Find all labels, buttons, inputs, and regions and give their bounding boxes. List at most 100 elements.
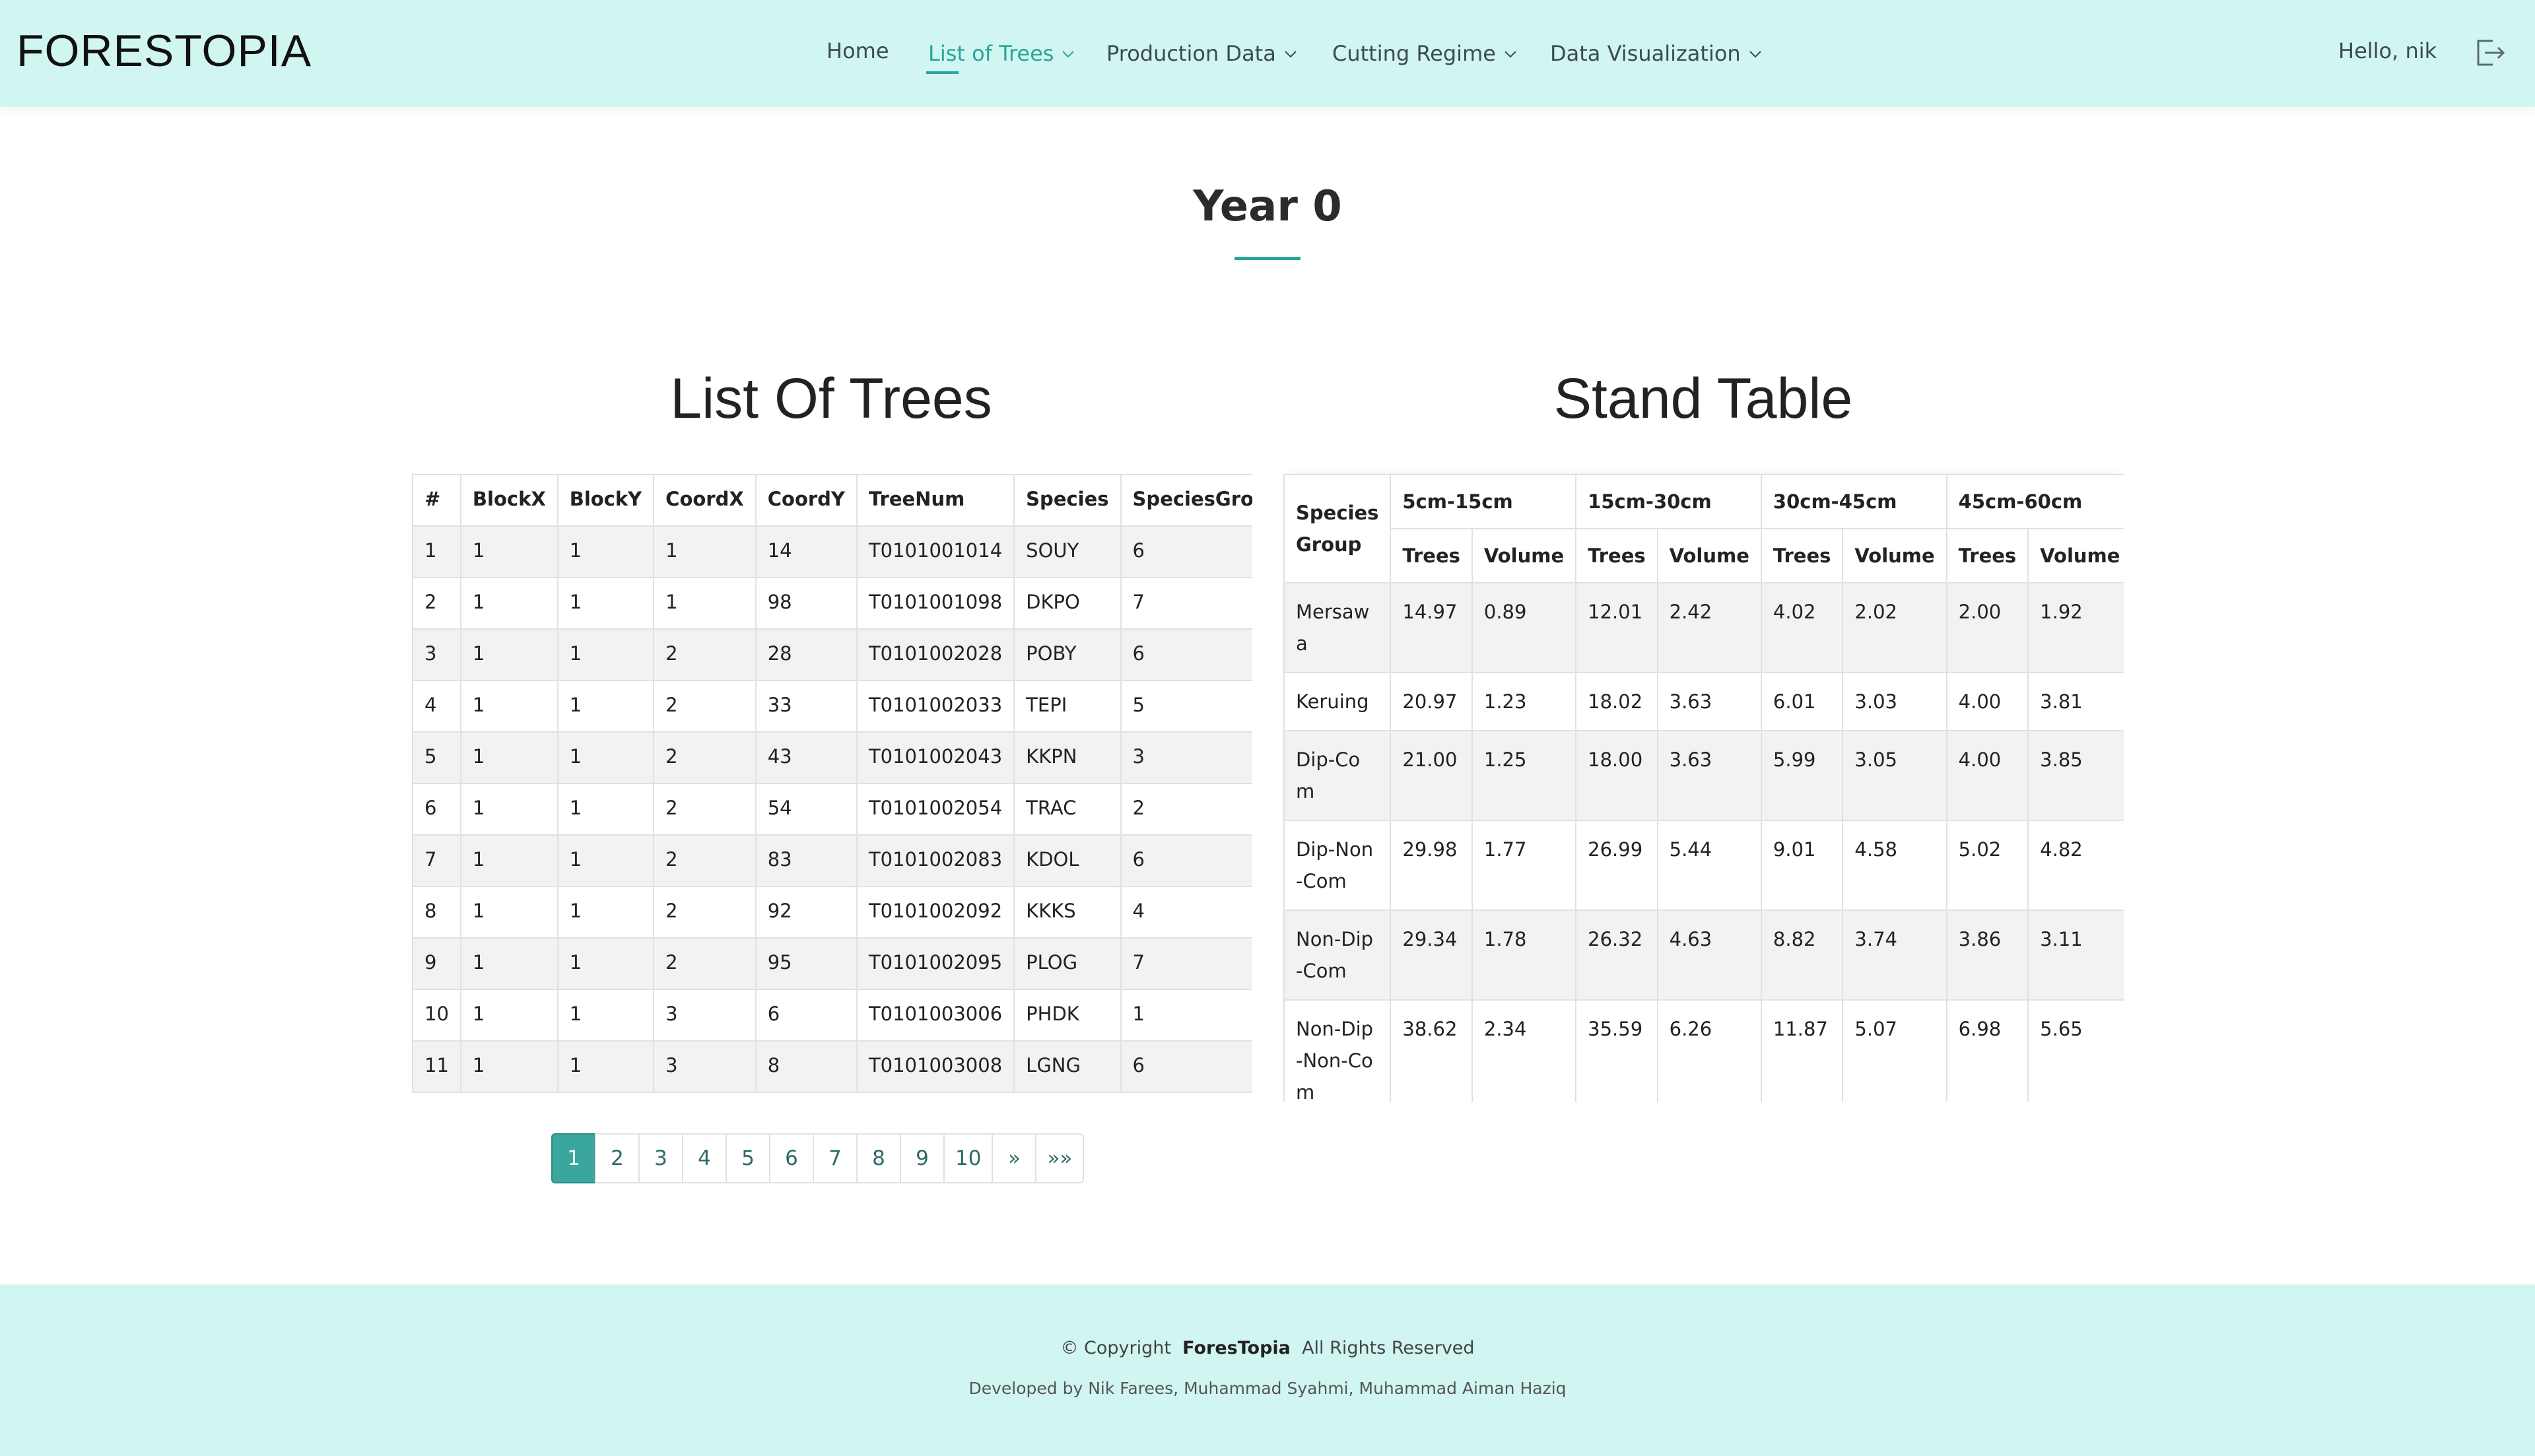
table-cell: 26.99 [1575, 820, 1658, 911]
page-link[interactable]: 8 [856, 1133, 901, 1183]
table-cell: 9 [412, 937, 461, 990]
table-cell: 6 [1120, 834, 1252, 887]
table-cell: 20.97 [1390, 672, 1473, 731]
table-cell: 7 [1120, 937, 1252, 990]
table-row: 3 1 1 2 28 T0101002028 POBY 6 [412, 628, 1252, 681]
sub-header: Volume [1842, 528, 1947, 583]
sub-header: Trees [1945, 528, 2029, 583]
table-cell: 2.00 [1945, 582, 2029, 673]
table-cell: TRAC [1013, 783, 1122, 836]
top-navbar: FORESTOPIA Home List of Trees Production… [0, 0, 2535, 107]
table-cell: 1 [557, 886, 655, 939]
table-cell: 2 [653, 937, 757, 990]
table-cell: 2.02 [1842, 582, 1947, 673]
trees-title: List Of Trees [670, 367, 992, 430]
table-cell: T0101001098 [856, 577, 1015, 630]
nav-list-of-trees[interactable]: List of Trees [928, 38, 1075, 66]
table-row: 1 1 1 1 14 T0101001014 SOUY 6 [412, 525, 1252, 578]
table-cell: 35.59 [1575, 999, 1658, 1102]
table-cell: 5.65 [2027, 999, 2124, 1102]
table-cell: 3.85 [2027, 730, 2124, 821]
table-cell: 5.99 [1760, 730, 1844, 821]
species-group-cell: Mersawa [1283, 582, 1392, 673]
table-cell: 1 [412, 525, 461, 578]
stand-table: Species Group 5cm-15cm 15cm-30cm 30cm-45… [1283, 474, 2124, 1102]
nav-data-visualization[interactable]: Data Visualization [1550, 38, 1762, 66]
sub-header: Volume [1656, 528, 1762, 583]
table-cell: 1 [557, 525, 655, 578]
table-row: 10 1 1 3 6 T0101003006 PHDK 1 [412, 989, 1252, 1042]
col-header: Species [1013, 474, 1122, 527]
logout-icon[interactable] [2474, 38, 2506, 67]
nav-list-of-trees-label: List of Trees [928, 41, 1054, 66]
table-cell: 1 [1120, 989, 1252, 1042]
range-header: 30cm-45cm [1760, 474, 1947, 529]
nav-home[interactable]: Home [827, 38, 889, 63]
page-link[interactable]: 9 [900, 1133, 945, 1183]
table-cell: 0.89 [1471, 582, 1577, 673]
sub-header: Trees [1760, 528, 1844, 583]
table-cell: KKKS [1013, 886, 1122, 939]
table-row: 8 1 1 2 92 T0101002092 KKKS 4 [412, 886, 1252, 939]
table-cell: T0101002028 [856, 628, 1015, 681]
trees-table-body: 1 1 1 1 14 T0101001014 SOUY 6 2 1 1 1 98 T0101001098 D… [412, 525, 1252, 1093]
table-cell: T0101002054 [856, 783, 1015, 836]
table-cell: 3.03 [1842, 672, 1947, 731]
main-nav: Home List of Trees Production Data Cutti… [0, 0, 2535, 107]
page-link[interactable]: 7 [813, 1133, 858, 1183]
table-cell: T0101002043 [856, 731, 1015, 784]
table-row: 9 1 1 2 95 T0101002095 PLOG 7 [412, 937, 1252, 990]
table-cell: 2 [653, 834, 757, 887]
table-cell: 3 [653, 989, 757, 1042]
table-cell: 4 [1120, 886, 1252, 939]
table-cell: 4.58 [1842, 820, 1947, 911]
page-link[interactable]: 10 [943, 1133, 994, 1183]
table-cell: 5.44 [1656, 820, 1762, 911]
table-cell: 1 [557, 834, 655, 887]
page-link[interactable]: 4 [682, 1133, 727, 1183]
table-cell: 1.25 [1471, 730, 1577, 821]
title-underline [1234, 257, 1301, 260]
stand-table-container[interactable]: Species Group 5cm-15cm 15cm-30cm 30cm-45… [1283, 474, 2124, 1102]
table-cell: 9.01 [1760, 820, 1844, 911]
sub-header: Trees [1575, 528, 1658, 583]
table-cell: 38.62 [1390, 999, 1473, 1102]
table-row: 7 1 1 2 83 T0101002083 KDOL 6 [412, 834, 1252, 887]
table-cell: 3 [412, 628, 461, 681]
table-row: 11 1 1 3 8 T0101003008 LGNG 6 [412, 1040, 1252, 1093]
table-cell: 8 [755, 1040, 858, 1093]
table-cell: 3.81 [2027, 672, 2124, 731]
page-link[interactable]: 2 [595, 1133, 640, 1183]
sub-header: Volume [1471, 528, 1577, 583]
table-cell: 10 [412, 989, 461, 1042]
page-link[interactable]: 1 [551, 1133, 596, 1183]
copyright-rights: All Rights Reserved [1302, 1338, 1475, 1358]
chevron-down-icon [1062, 38, 1075, 63]
page-link[interactable]: 5 [726, 1133, 770, 1183]
trees-table-container[interactable]: # BlockX BlockY CoordX CoordY TreeNum Sp… [412, 474, 1252, 1131]
page-link[interactable]: » [992, 1133, 1037, 1183]
table-cell: 1 [459, 886, 558, 939]
stand-table-body: Mersawa 14.97 0.89 12.01 2.42 4.02 2.02 2.00 1.9… [1283, 582, 2124, 1102]
table-cell: 1 [557, 989, 655, 1042]
col-header: CoordX [653, 474, 757, 527]
table-cell: 2 [653, 886, 757, 939]
table-cell: 1 [653, 525, 757, 578]
user-greeting: Hello, nik [2338, 38, 2437, 63]
nav-production-data[interactable]: Production Data [1106, 38, 1297, 66]
page-link[interactable]: 6 [769, 1133, 814, 1183]
table-cell: TEPI [1013, 680, 1122, 733]
table-cell: 28 [755, 628, 858, 681]
page-link[interactable]: 3 [638, 1133, 683, 1183]
table-cell: T0101002083 [856, 834, 1015, 887]
table-cell: 5 [412, 731, 461, 784]
table-cell: 33 [755, 680, 858, 733]
table-row: 4 1 1 2 33 T0101002033 TEPI 5 [412, 680, 1252, 733]
table-cell: 1 [557, 577, 655, 630]
table-cell: T0101003008 [856, 1040, 1015, 1093]
chevron-down-icon [1749, 38, 1762, 63]
table-cell: 6 [1120, 628, 1252, 681]
page-link[interactable]: »» [1035, 1133, 1085, 1183]
col-header: TreeNum [856, 474, 1015, 527]
nav-cutting-regime[interactable]: Cutting Regime [1332, 38, 1517, 66]
